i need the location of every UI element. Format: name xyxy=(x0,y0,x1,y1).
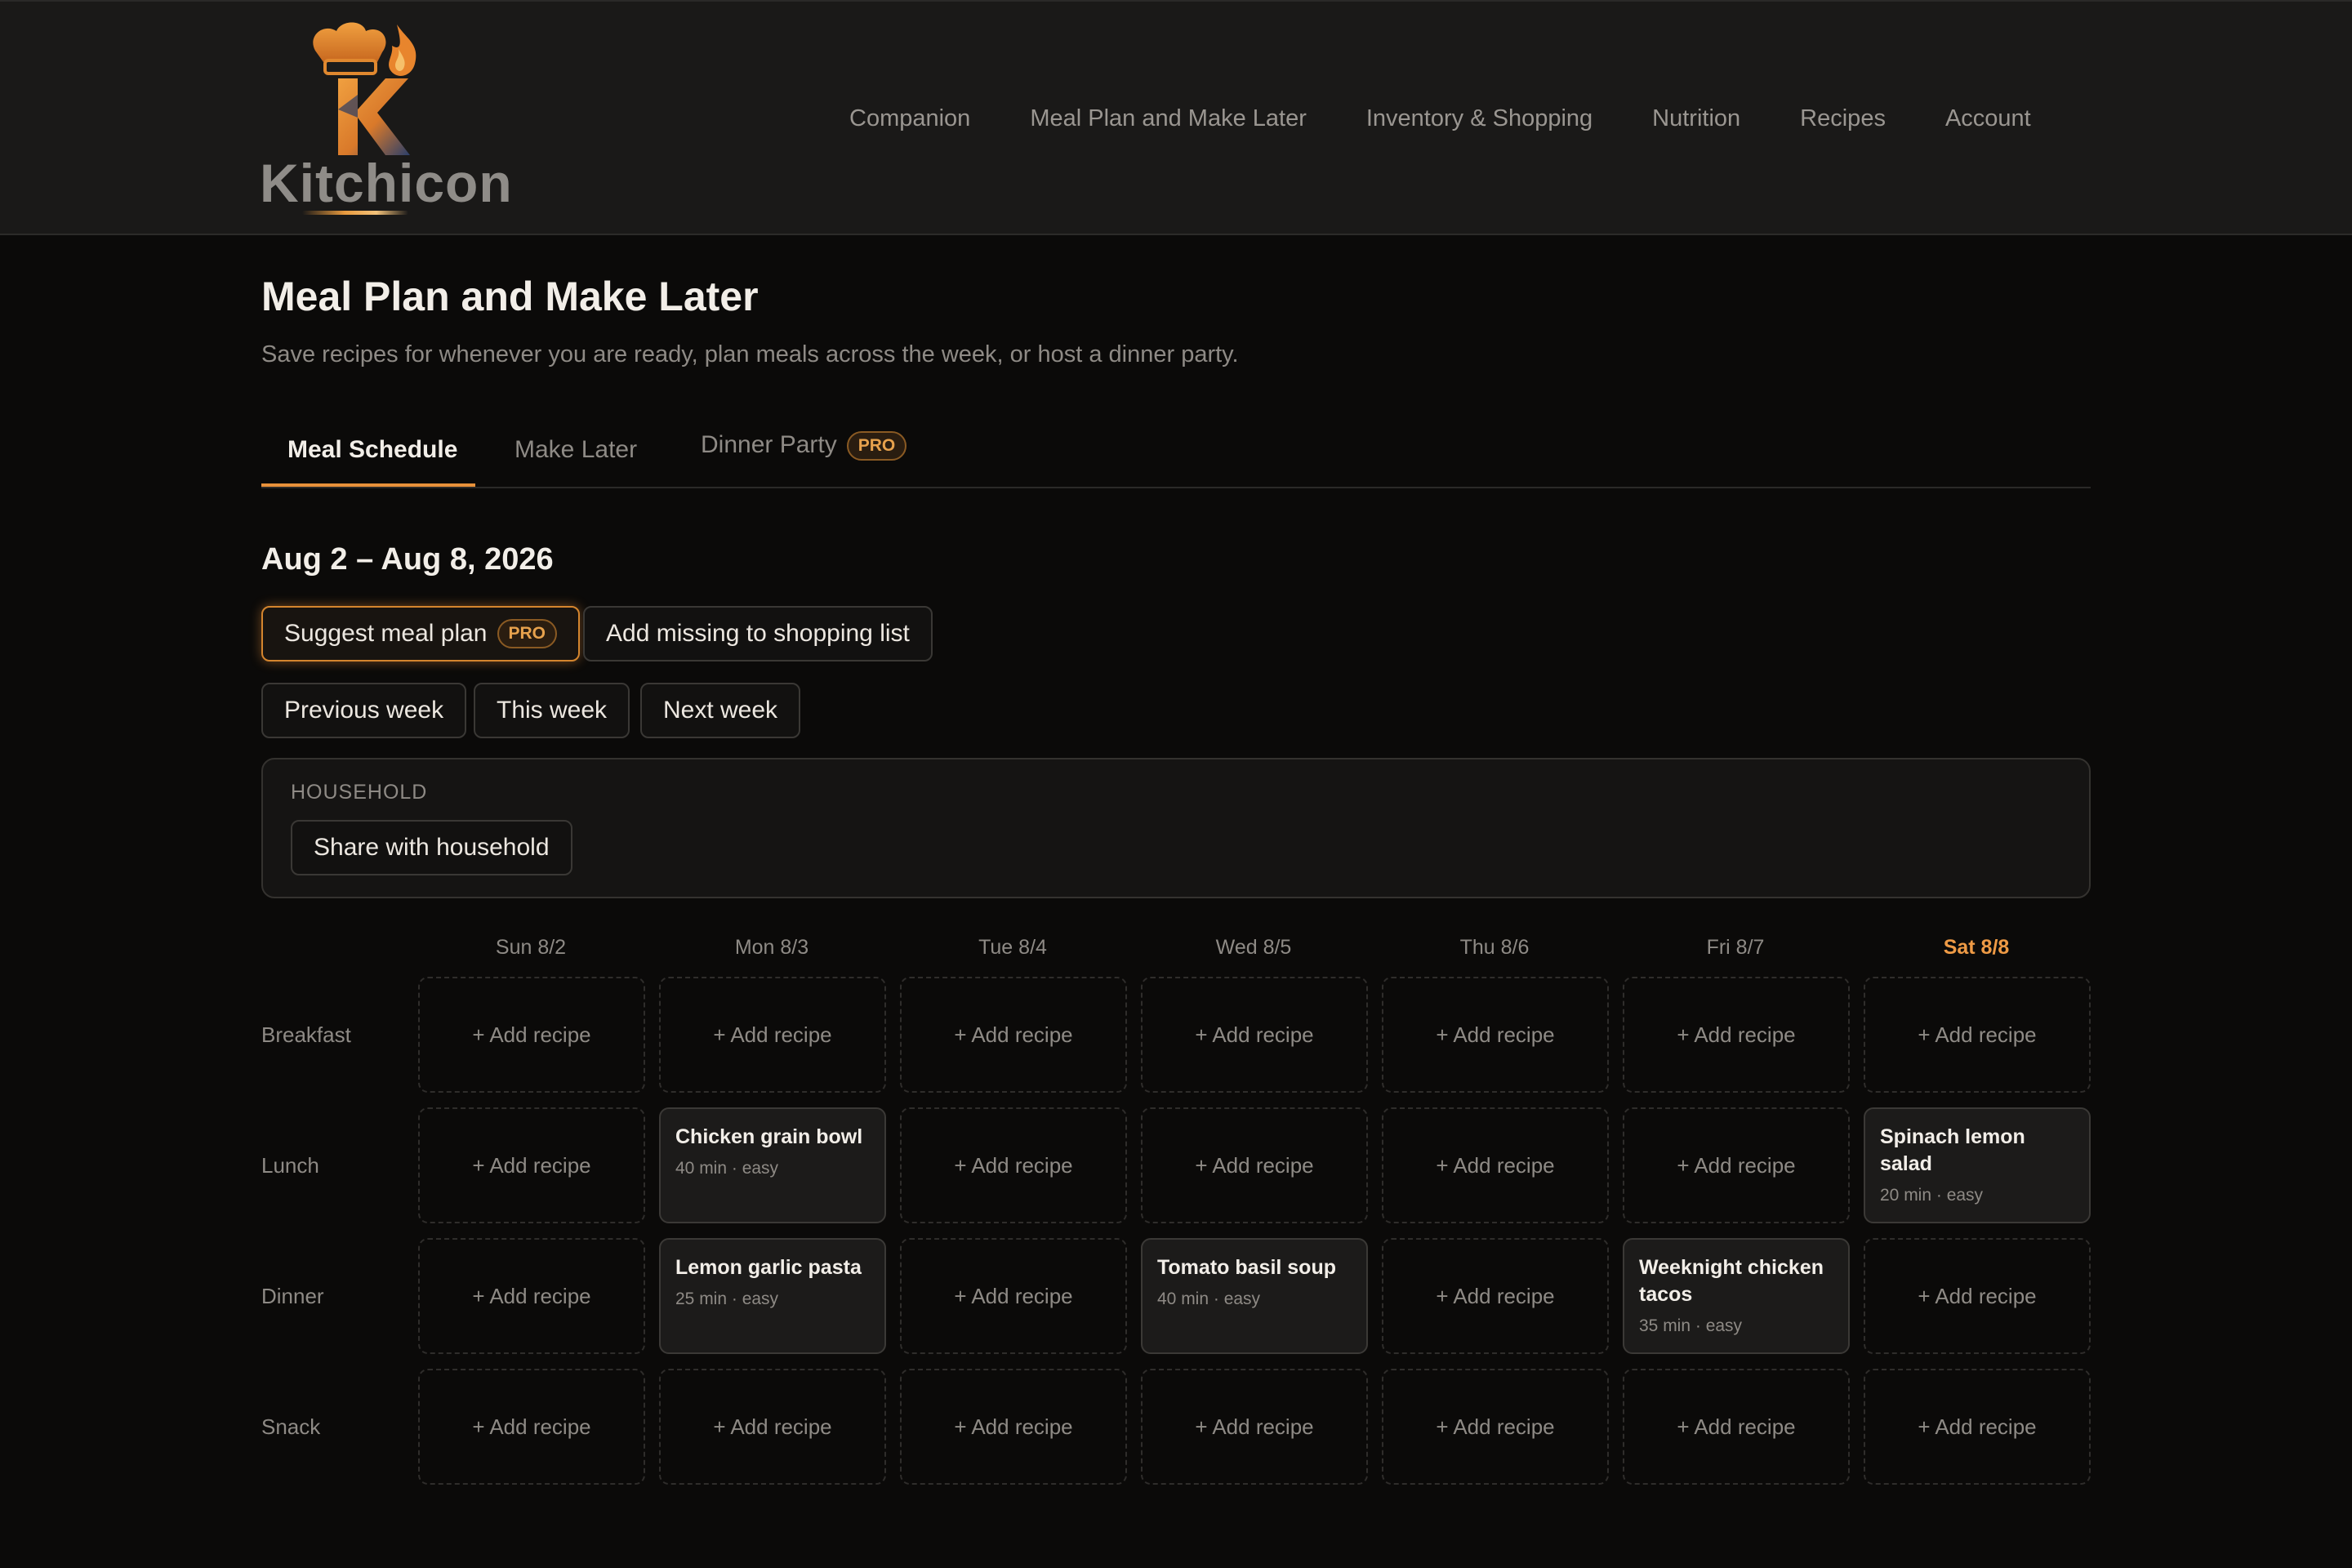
add-missing-to-shopping-list-button[interactable]: Add missing to shopping list xyxy=(583,606,933,662)
day-header: Tue 8/4 xyxy=(978,936,1047,959)
meal-row-label: Breakfast xyxy=(261,1022,351,1047)
day-header: Fri 8/7 xyxy=(1706,936,1765,959)
add-recipe-slot[interactable]: + Add recipe xyxy=(900,1369,1127,1485)
add-recipe-slot[interactable]: + Add recipe xyxy=(1382,977,1609,1093)
add-recipe-slot[interactable]: + Add recipe xyxy=(1382,1238,1609,1354)
main-nav: Companion Meal Plan and Make Later Inven… xyxy=(849,98,2031,139)
tab-label: Meal Schedule xyxy=(287,436,458,463)
active-tab-indicator xyxy=(261,483,475,487)
household-heading: HOUSEHOLD xyxy=(291,781,428,804)
add-recipe-slot[interactable]: + Add recipe xyxy=(900,977,1127,1093)
add-recipe-slot[interactable]: + Add recipe xyxy=(1141,1369,1368,1485)
pro-badge: PRO xyxy=(846,431,907,461)
share-with-household-button[interactable]: Share with household xyxy=(291,820,572,875)
add-recipe-slot[interactable]: + Add recipe xyxy=(1864,977,2091,1093)
add-recipe-slot[interactable]: + Add recipe xyxy=(1141,977,1368,1093)
meal-card[interactable]: Weeknight chicken tacos 35 min · easy xyxy=(1623,1238,1850,1354)
nav-account[interactable]: Account xyxy=(1945,105,2031,132)
next-week-button[interactable]: Next week xyxy=(640,683,801,738)
day-header: Thu 8/6 xyxy=(1459,936,1530,959)
meal-card-meta: 20 min · easy xyxy=(1880,1186,1984,1205)
nav-companion[interactable]: Companion xyxy=(849,105,970,132)
meal-card-meta: 35 min · easy xyxy=(1639,1316,1743,1335)
tab-label: Dinner Party xyxy=(701,431,837,458)
add-recipe-slot[interactable]: + Add recipe xyxy=(659,1369,886,1485)
meal-card-title: Weeknight chicken tacos xyxy=(1639,1256,1824,1306)
add-recipe-slot[interactable]: + Add recipe xyxy=(418,1238,645,1354)
meal-card[interactable]: Chicken grain bowl 40 min · easy xyxy=(659,1107,886,1223)
add-recipe-slot[interactable]: + Add recipe xyxy=(418,977,645,1093)
brand-underline xyxy=(302,211,408,215)
day-header: Mon 8/3 xyxy=(734,936,809,959)
meal-card-meta: 40 min · easy xyxy=(1157,1290,1261,1308)
nav-meal-plan[interactable]: Meal Plan and Make Later xyxy=(1030,105,1307,132)
meal-card-title: Chicken grain bowl xyxy=(675,1125,863,1148)
meal-card-title: Spinach lemon salad xyxy=(1880,1125,2025,1175)
brand-name: Kitchicon xyxy=(260,153,513,213)
add-recipe-slot[interactable]: + Add recipe xyxy=(659,977,886,1093)
day-header: Sat 8/8 xyxy=(1943,936,2010,959)
day-header: Wed 8/5 xyxy=(1215,936,1292,959)
meal-card-meta: 40 min · easy xyxy=(675,1159,779,1178)
add-recipe-slot[interactable]: + Add recipe xyxy=(1864,1369,2091,1485)
nav-inventory-shopping[interactable]: Inventory & Shopping xyxy=(1366,105,1592,132)
meal-card-title: Lemon garlic pasta xyxy=(675,1256,862,1279)
tab-label: Make Later xyxy=(514,436,638,463)
page-subtitle: Save recipes for whenever you are ready,… xyxy=(261,341,1239,368)
previous-week-button[interactable]: Previous week xyxy=(261,683,467,738)
add-recipe-slot[interactable]: + Add recipe xyxy=(1382,1107,1609,1223)
tab-make-later[interactable]: Make Later xyxy=(514,436,637,488)
nav-recipes[interactable]: Recipes xyxy=(1800,105,1886,132)
add-recipe-slot[interactable]: + Add recipe xyxy=(1623,1107,1850,1223)
add-recipe-slot[interactable]: + Add recipe xyxy=(1382,1369,1609,1485)
household-panel: HOUSEHOLD Share with household xyxy=(261,758,2091,898)
top-navigation-bar: Kitchicon Companion Meal Plan and Make L… xyxy=(0,0,2352,235)
meal-card-title: Tomato basil soup xyxy=(1157,1256,1336,1279)
nav-nutrition[interactable]: Nutrition xyxy=(1652,105,1740,132)
day-header: Sun 8/2 xyxy=(495,936,567,959)
week-range-title: Aug 2 – Aug 8, 2026 xyxy=(261,542,554,577)
this-week-button[interactable]: This week xyxy=(474,683,630,738)
tab-dinner-party[interactable]: Dinner Party PRO xyxy=(701,431,907,483)
add-recipe-slot[interactable]: + Add recipe xyxy=(418,1369,645,1485)
pro-badge: PRO xyxy=(497,619,558,648)
tab-meal-schedule[interactable]: Meal Schedule xyxy=(287,436,457,488)
add-recipe-slot[interactable]: + Add recipe xyxy=(1141,1107,1368,1223)
meal-card[interactable]: Lemon garlic pasta 25 min · easy xyxy=(659,1238,886,1354)
add-recipe-slot[interactable]: + Add recipe xyxy=(900,1238,1127,1354)
meal-card[interactable]: Tomato basil soup 40 min · easy xyxy=(1141,1238,1368,1354)
kitchicon-logo[interactable]: Kitchicon xyxy=(260,20,513,220)
chef-hat-k-logo-icon xyxy=(313,22,416,155)
add-recipe-slot[interactable]: + Add recipe xyxy=(1623,1369,1850,1485)
meal-row-label: Dinner xyxy=(261,1284,324,1308)
page-title: Meal Plan and Make Later xyxy=(261,274,759,319)
add-recipe-slot[interactable]: + Add recipe xyxy=(1623,977,1850,1093)
meal-row-label: Snack xyxy=(261,1414,321,1439)
suggest-meal-plan-button[interactable]: Suggest meal plan PRO xyxy=(261,606,581,662)
suggest-meal-plan-label: Suggest meal plan xyxy=(284,620,488,647)
meal-row-label: Lunch xyxy=(261,1153,319,1178)
meal-card-meta: 25 min · easy xyxy=(675,1290,779,1308)
meal-card[interactable]: Spinach lemon salad 20 min · easy xyxy=(1864,1107,2091,1223)
add-recipe-slot[interactable]: + Add recipe xyxy=(900,1107,1127,1223)
add-recipe-slot[interactable]: + Add recipe xyxy=(1864,1238,2091,1354)
tab-bar: Meal Schedule Make Later Dinner Party PRO xyxy=(261,425,2091,488)
add-recipe-slot[interactable]: + Add recipe xyxy=(418,1107,645,1223)
